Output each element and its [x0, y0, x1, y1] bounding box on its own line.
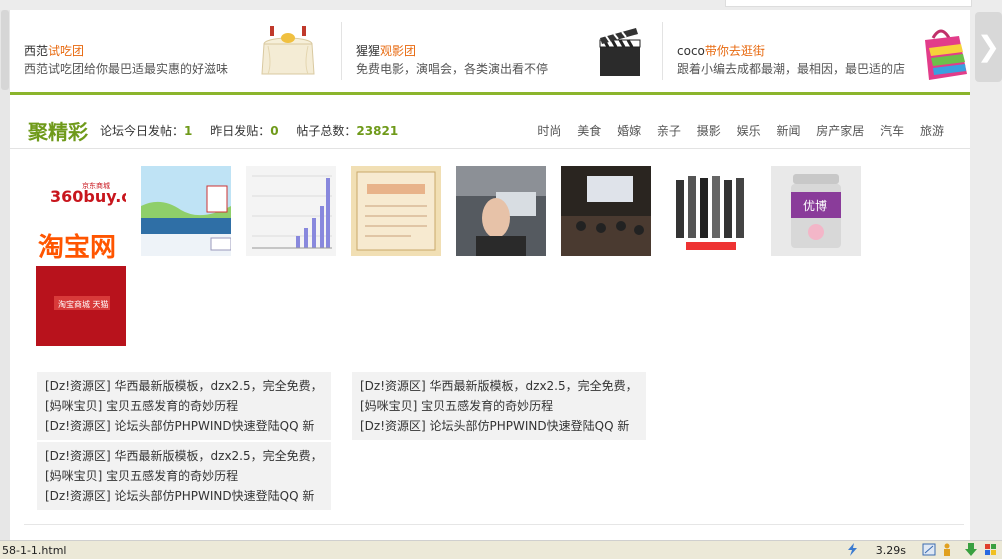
thumb-classroom[interactable]	[561, 166, 651, 256]
browser-status-bar: 58-1-1.html 3.29s	[0, 540, 1002, 559]
promo-tasting[interactable]: 西范试吃团 西范试吃团给你最巴适最实惠的好滋味	[10, 22, 330, 80]
right-panel	[970, 10, 1002, 540]
thumb-poster-image	[351, 166, 441, 256]
post-link[interactable]: [妈咪宝贝] 宝贝五感发育的奇妙历程	[45, 396, 323, 416]
promo-movie[interactable]: 猩猩观影团 免费电影，演唱会，各类演出看不停	[341, 22, 662, 80]
thumb-classroom-image	[561, 166, 651, 256]
category-link[interactable]: 婚嫁	[617, 124, 641, 138]
person-icon[interactable]	[940, 543, 954, 556]
post-link[interactable]: [Dz!资源区] 华西最新版模板，dzx2.5，完全免费，	[45, 376, 323, 396]
section-title: 聚精彩	[28, 120, 88, 144]
svg-text:淘宝商城 天猫: 淘宝商城 天猫	[58, 299, 109, 309]
category-link[interactable]: 房产家居	[816, 124, 864, 138]
category-link[interactable]: 摄影	[697, 124, 721, 138]
thumb-poster[interactable]	[351, 166, 441, 256]
promo-bar: 西范试吃团 西范试吃团给你最巴适最实惠的好滋味 猩猩观影团 免费电影，演唱会，各…	[10, 10, 970, 95]
post-list-2: [Dz!资源区] 华西最新版模板，dzx2.5，完全免费， [妈咪宝贝] 宝贝五…	[352, 372, 646, 440]
post-link[interactable]: [妈咪宝贝] 宝贝五感发育的奇妙历程	[45, 466, 323, 486]
thumb-car-photo-image	[456, 166, 546, 256]
svg-text:淘宝网: 淘宝网	[38, 232, 116, 263]
post-list-1: [Dz!资源区] 华西最新版模板，dzx2.5，完全免费， [妈咪宝贝] 宝贝五…	[37, 372, 331, 440]
thumb-milk-can-image: 优博	[771, 166, 861, 256]
post-link[interactable]: [Dz!资源区] 华西最新版模板，dzx2.5，完全免费，	[45, 446, 323, 466]
post-link[interactable]: [Dz!资源区] 论坛头部仿PHPWIND快速登陆QQ 新	[45, 416, 323, 436]
promo-title[interactable]: 西范试吃团	[24, 42, 84, 59]
today-posts: 1	[184, 124, 193, 138]
dining-table-icon	[261, 26, 315, 75]
category-link[interactable]: 美食	[577, 124, 601, 138]
category-link[interactable]: 亲子	[657, 124, 681, 138]
forum-stats: 论坛今日发帖：1 昨日发贴：0 帖子总数：23821	[100, 124, 399, 138]
windows-icon[interactable]	[984, 543, 998, 556]
left-scroll-gutter	[0, 10, 10, 540]
thumb-group-photo[interactable]	[666, 166, 756, 256]
clapperboard-icon	[599, 28, 641, 76]
promo-desc: 免费电影，演唱会，各类演出看不停	[356, 62, 549, 76]
svg-text:优博: 优博	[803, 198, 827, 213]
top-strip	[0, 0, 1002, 10]
thumb-website[interactable]	[141, 166, 231, 256]
category-link[interactable]: 娱乐	[737, 124, 761, 138]
page-icon[interactable]	[922, 543, 936, 556]
yesterday-posts: 0	[270, 124, 279, 138]
thumb-website-image	[141, 166, 231, 256]
promo-shopping[interactable]: coco带你去逛街 跟着小编去成都最潮，最相因，最巴适的店	[662, 22, 983, 80]
thumb-car-photo[interactable]	[456, 166, 546, 256]
promo-title[interactable]: coco带你去逛街	[677, 42, 765, 59]
shopping-bag-icon	[925, 29, 967, 80]
download-arrow-icon[interactable]	[964, 543, 978, 556]
category-nav: 时尚 美食 婚嫁 亲子 摄影 娱乐 新闻 房产家居 汽车 旅游	[525, 122, 944, 139]
section-header: 聚精彩 论坛今日发帖：1 昨日发贴：0 帖子总数：23821 时尚 美食 婚嫁 …	[10, 114, 970, 149]
thumb-group-photo-image	[666, 166, 756, 256]
thumb-chart[interactable]	[246, 166, 336, 256]
post-link[interactable]: [Dz!资源区] 论坛头部仿PHPWIND快速登陆QQ 新	[45, 486, 323, 506]
thumb-taobao[interactable]: 淘宝网 淘宝商城 天猫	[36, 222, 126, 346]
thumb-taobao-image: 淘宝网 淘宝商城 天猫	[36, 222, 126, 346]
promo-title[interactable]: 猩猩观影团	[356, 42, 416, 59]
post-link[interactable]: [Dz!资源区] 华西最新版模板，dzx2.5，完全免费，	[360, 376, 638, 396]
category-link[interactable]: 新闻	[776, 124, 800, 138]
category-link[interactable]: 时尚	[537, 124, 561, 138]
post-link[interactable]: [Dz!资源区] 论坛头部仿PHPWIND快速登陆QQ 新	[360, 416, 638, 436]
status-url: 58-1-1.html	[2, 544, 67, 557]
post-link[interactable]: [妈咪宝贝] 宝贝五感发育的奇妙历程	[360, 396, 638, 416]
main-content: 西范试吃团 西范试吃团给你最巴适最实惠的好滋味 猩猩观影团 免费电影，演唱会，各…	[10, 10, 970, 540]
post-list-3: [Dz!资源区] 华西最新版模板，dzx2.5，完全免费， [妈咪宝贝] 宝贝五…	[37, 442, 331, 510]
promo-desc: 跟着小编去成都最潮，最相因，最巴适的店	[677, 62, 906, 76]
svg-text:京东商城: 京东商城	[82, 181, 110, 190]
left-grip[interactable]	[1, 10, 9, 90]
total-posts: 23821	[356, 124, 399, 138]
thumb-milk-can[interactable]: 优博	[771, 166, 861, 256]
category-link[interactable]: 汽车	[880, 124, 904, 138]
thumb-chart-image	[246, 166, 336, 256]
top-fragment	[725, 0, 972, 7]
lightning-icon	[848, 543, 857, 556]
category-link[interactable]: 旅游	[920, 124, 944, 138]
bottom-divider	[24, 524, 964, 525]
load-time: 3.29s	[875, 544, 906, 557]
promo-desc: 西范试吃团给你最巴适最实惠的好滋味	[24, 62, 229, 76]
